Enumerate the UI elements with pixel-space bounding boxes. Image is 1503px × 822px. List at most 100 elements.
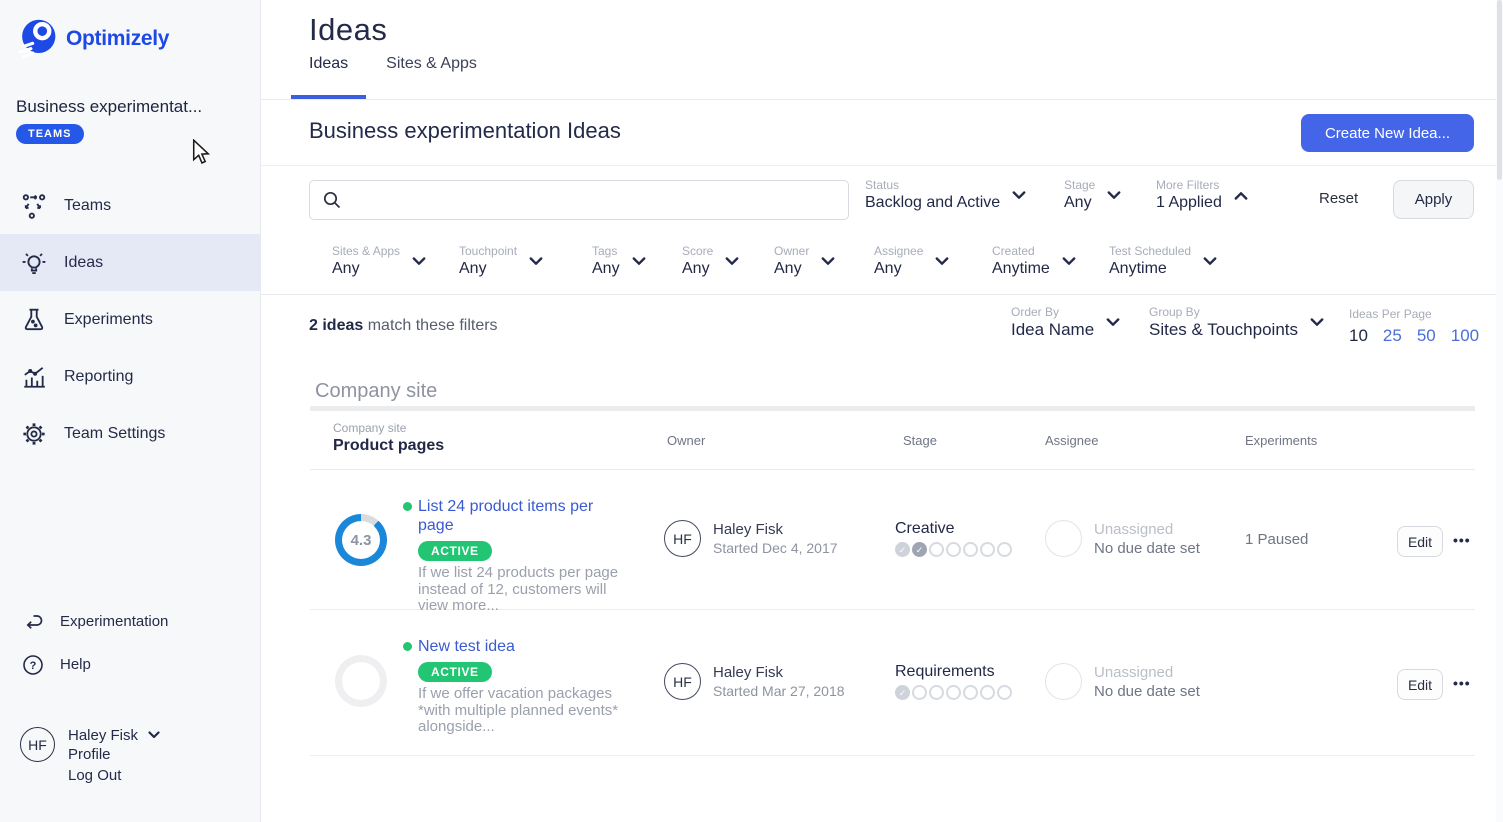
touchpoint-filter[interactable]: Touchpoint Any: [459, 244, 543, 279]
score-ring-empty: [335, 655, 387, 707]
results-count-text: match these filters: [363, 317, 497, 334]
idea-description: If we list 24 products per page instead …: [418, 565, 622, 615]
chevron-down-icon: [821, 257, 835, 266]
active-tab-underline: [291, 95, 366, 99]
lightbulb-icon: [20, 250, 48, 276]
score-value: 4.3: [342, 521, 380, 559]
sidebar-item-experimentation[interactable]: Experimentation: [0, 600, 261, 643]
filter-label: Score: [682, 244, 713, 259]
scrollbar-thumb[interactable]: [1497, 0, 1502, 180]
board-title: Business experimentation Ideas: [309, 118, 621, 144]
table-header-col1: Company site Product pages: [333, 421, 444, 455]
more-menu-icon[interactable]: •••: [1453, 675, 1471, 691]
user-menu[interactable]: Haley Fisk: [68, 724, 160, 746]
group-title: Company site: [315, 380, 437, 403]
assignee-avatar: [1045, 520, 1082, 557]
per-page-100[interactable]: 100: [1451, 326, 1479, 346]
tab-label: Sites & Apps: [386, 55, 477, 72]
results-bar: 2 ideas match these filters Order By Ide…: [261, 295, 1503, 361]
stage-cell: Creative ✓✓: [895, 520, 1014, 560]
chevron-down-icon: [412, 257, 426, 266]
search-box[interactable]: [309, 180, 849, 220]
status-filter[interactable]: Status Backlog and Active: [865, 178, 1026, 213]
tab-label: Ideas: [309, 55, 348, 72]
more-menu-icon[interactable]: •••: [1453, 532, 1471, 548]
chevron-down-icon: [1310, 318, 1324, 327]
network-icon: [20, 193, 48, 219]
sidebar-item-reporting[interactable]: Reporting: [0, 348, 261, 405]
table-header: Company site Product pages Owner Stage A…: [310, 411, 1475, 470]
results-count-number: 2 ideas: [309, 317, 363, 334]
edit-button[interactable]: Edit: [1397, 526, 1443, 557]
return-arrow-icon: [22, 612, 44, 632]
filter-label: Tags: [592, 244, 620, 259]
assignee-filter[interactable]: Assignee Any: [874, 244, 949, 279]
sidebar-item-help[interactable]: ? Help: [0, 643, 261, 686]
more-filters[interactable]: More Filters 1 Applied: [1156, 178, 1248, 213]
assignee-due-date: No due date set: [1094, 539, 1200, 558]
chevron-up-icon: [1234, 191, 1248, 200]
idea-title-link[interactable]: New test idea: [404, 637, 622, 656]
stage-cell: Requirements ✓: [895, 663, 1014, 703]
per-page-50[interactable]: 50: [1417, 326, 1436, 346]
experiments-cell: 1 Paused: [1245, 531, 1308, 548]
sidebar-footer: Experimentation ? Help: [0, 600, 261, 686]
question-icon: ?: [22, 654, 44, 676]
team-name: Business experimentat...: [16, 97, 202, 117]
sidebar-item-experiments[interactable]: Experiments: [0, 291, 261, 348]
profile-link[interactable]: Profile: [68, 746, 160, 767]
order-by-dropdown[interactable]: Order By Idea Name: [1011, 305, 1120, 340]
scrollbar[interactable]: [1496, 0, 1503, 822]
table-header-experiments: Experiments: [1245, 433, 1317, 448]
test-scheduled-filter[interactable]: Test Scheduled Anytime: [1109, 244, 1217, 279]
active-dot-icon: [403, 502, 412, 511]
filter-value: Anytime: [1109, 259, 1191, 279]
reset-button[interactable]: Reset: [1319, 190, 1358, 207]
sidebar-nav: Teams Ideas: [0, 177, 261, 462]
group-by-label: Group By: [1149, 305, 1298, 320]
owner-filter[interactable]: Owner Any: [774, 244, 835, 279]
owner-avatar: HF: [664, 663, 701, 700]
edit-button[interactable]: Edit: [1397, 669, 1443, 700]
tab-ideas[interactable]: Ideas: [309, 55, 348, 99]
group-by-dropdown[interactable]: Group By Sites & Touchpoints: [1149, 305, 1324, 340]
owner-avatar: HF: [664, 520, 701, 557]
sites-apps-filter[interactable]: Sites & Apps Any: [332, 244, 426, 279]
score-filter[interactable]: Score Any: [682, 244, 739, 279]
filter-label: Status: [865, 178, 1000, 193]
bar-chart-icon: [20, 364, 48, 390]
owner-name: Haley Fisk: [713, 520, 838, 539]
owner-cell: HF Haley Fisk Started Mar 27, 2018: [664, 663, 845, 700]
tags-filter[interactable]: Tags Any: [592, 244, 646, 279]
order-by-value: Idea Name: [1011, 320, 1094, 340]
user-name: Haley Fisk: [68, 727, 138, 744]
created-filter[interactable]: Created Anytime: [992, 244, 1076, 279]
sidebar-item-team-settings[interactable]: Team Settings: [0, 405, 261, 462]
optimizely-logo[interactable]: Optimizely: [16, 18, 169, 60]
score-value: [342, 662, 380, 700]
per-page-25[interactable]: 25: [1383, 326, 1402, 346]
user-avatar[interactable]: HF: [20, 727, 55, 762]
idea-title-text: New test idea: [418, 638, 515, 655]
filter-label: Touchpoint: [459, 244, 517, 259]
assignee-name: Unassigned: [1094, 520, 1200, 539]
create-new-idea-button[interactable]: Create New Idea...: [1301, 114, 1474, 152]
stage-filter[interactable]: Stage Any: [1064, 178, 1121, 213]
filter-label: Test Scheduled: [1109, 244, 1191, 259]
sidebar-item-teams[interactable]: Teams: [0, 177, 261, 234]
tab-sites-apps[interactable]: Sites & Apps: [386, 55, 477, 99]
idea-title-link[interactable]: List 24 product items per page: [404, 497, 622, 535]
filter-value: Backlog and Active: [865, 193, 1000, 213]
search-input[interactable]: [342, 181, 848, 219]
stage-name: Creative: [895, 520, 1014, 538]
active-dot-icon: [403, 642, 412, 651]
apply-button[interactable]: Apply: [1393, 180, 1474, 219]
logout-link[interactable]: Log Out: [68, 767, 160, 788]
chevron-down-icon: [148, 731, 160, 739]
table-header-stage: Stage: [903, 433, 937, 448]
owner-cell: HF Haley Fisk Started Dec 4, 2017: [664, 520, 838, 557]
filter-label: Owner: [774, 244, 809, 259]
sidebar-item-ideas[interactable]: Ideas: [0, 234, 261, 291]
group-by-value: Sites & Touchpoints: [1149, 320, 1298, 340]
per-page-10[interactable]: 10: [1349, 326, 1368, 346]
